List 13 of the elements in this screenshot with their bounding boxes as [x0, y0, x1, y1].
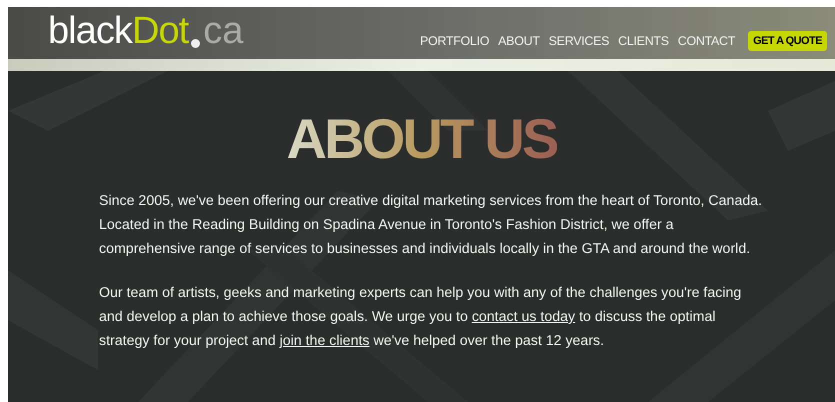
- nav-link[interactable]: ABOUT: [498, 32, 540, 50]
- quote-button[interactable]: GET A QUOTE: [748, 30, 827, 52]
- nav-link[interactable]: CONTACT: [678, 32, 736, 50]
- about-paragraph: Since 2005, we've been offering our creative digital marketing services from the heart of Toronto, Canada. Located in the Reading Building on Spadina Avenue in Toronto's Fashion District, we offer a comprehensive range of services to businesses and individuals locally in the GTA and around the world.: [99, 192, 764, 259]
- nav-link[interactable]: CLIENTS: [618, 32, 669, 50]
- text-link[interactable]: join the clients: [280, 333, 370, 349]
- nav-link[interactable]: SERVICES: [548, 32, 610, 50]
- text-link[interactable]: contact us today: [472, 309, 576, 325]
- logo-suffix[interactable]: ca: [203, 12, 244, 54]
- ball-icon: [191, 39, 200, 48]
- about-paragraph: Our team of artists, geeks and marketing experts can help you with any of the challenges you're facing and develop a plan to achieve those goals. We urge you to contact us today to discuss the optimal strategy for your project and join the clients we've helped over the past 12 years.: [99, 284, 742, 351]
- logo-text[interactable]: blackDot: [48, 12, 188, 54]
- nav-link[interactable]: PORTFOLIO: [420, 32, 490, 50]
